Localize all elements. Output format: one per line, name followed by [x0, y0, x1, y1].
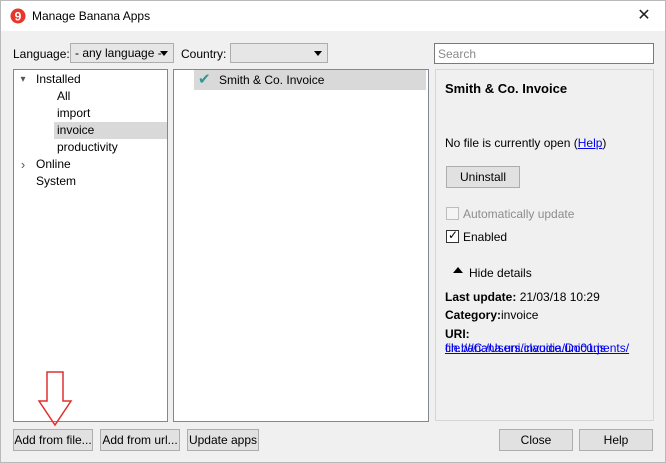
file-status-text: No file is currently open (Help)	[445, 136, 606, 150]
svg-text:9: 9	[15, 10, 22, 24]
enabled-checkbox[interactable]: ✓	[446, 228, 459, 243]
enabled-label: Enabled	[463, 230, 508, 244]
chevron-down-icon	[160, 51, 168, 56]
no-file-close: )	[602, 136, 607, 150]
update-apps-label: Update apps	[188, 433, 258, 447]
category-tree: ▾ Installed All import invoice productiv…	[13, 69, 168, 422]
tree-item-invoice[interactable]: invoice	[54, 122, 167, 139]
auto-update-label: Automatically update	[463, 207, 575, 221]
banana-app-icon: 9	[10, 8, 26, 24]
country-select[interactable]	[230, 43, 328, 63]
category-value: invoice	[501, 308, 539, 322]
uri-link-line2[interactable]: ch.banana.uni.invoice.uni01.js	[445, 341, 606, 355]
app-name: Smith & Co. Invoice	[219, 73, 325, 87]
manage-apps-dialog: 9 Manage Banana Apps ✕ Language: - any l…	[0, 0, 666, 463]
category-row: Category:invoice	[445, 308, 538, 322]
last-update-row: Last update: 21/03/18 10:29	[445, 290, 600, 304]
expand-down-icon[interactable]: ▾	[18, 71, 28, 88]
collapse-up-icon[interactable]	[453, 267, 463, 273]
category-key: Category:	[445, 308, 502, 322]
uri-key: URI:	[445, 327, 470, 341]
last-update-key: Last update:	[445, 290, 517, 304]
hide-details-toggle[interactable]: Hide details	[469, 266, 532, 280]
app-details-title: Smith & Co. Invoice	[445, 81, 568, 96]
checkmark-icon: ✓	[448, 228, 459, 242]
help-link[interactable]: Help	[578, 136, 603, 150]
add-from-url-button[interactable]: Add from url...	[100, 429, 180, 451]
tree-item-label: Online	[36, 157, 71, 171]
add-from-file-label: Add from file...	[14, 433, 92, 447]
chevron-down-icon	[314, 51, 322, 56]
tree-item-online[interactable]: Online	[36, 156, 116, 173]
last-update-value: 21/03/18 10:29	[519, 290, 600, 304]
close-label: Close	[520, 433, 552, 447]
add-from-url-label: Add from url...	[102, 433, 178, 447]
window-title: Manage Banana Apps	[32, 9, 151, 23]
tree-item-label: System	[36, 174, 77, 188]
tree-item-label: import	[57, 106, 91, 120]
no-file-text: No file is currently open (	[445, 136, 578, 150]
app-details-panel: Smith & Co. Invoice No file is currently…	[435, 69, 654, 421]
tree-item-installed[interactable]: Installed	[36, 71, 116, 88]
search-input[interactable]	[434, 43, 654, 64]
app-list: ✔ Smith & Co. Invoice	[173, 69, 429, 422]
help-label: Help	[603, 433, 629, 447]
tree-item-label: productivity	[57, 140, 118, 154]
auto-update-checkbox[interactable]	[446, 207, 459, 220]
language-select-value: - any language -	[75, 46, 162, 60]
tree-item-label: All	[57, 89, 71, 103]
language-select[interactable]: - any language -	[70, 43, 174, 63]
close-button[interactable]: Close	[499, 429, 573, 451]
country-label: Country:	[181, 47, 227, 61]
add-from-file-button[interactable]: Add from file...	[13, 429, 93, 451]
tree-item-all[interactable]: All	[54, 88, 166, 105]
update-apps-button[interactable]: Update apps	[187, 429, 259, 451]
annotation-arrow-icon	[37, 371, 73, 427]
close-window-icon[interactable]: ✕	[629, 5, 659, 27]
tree-item-system[interactable]: System	[36, 173, 116, 190]
tree-item-productivity[interactable]: productivity	[54, 139, 166, 156]
installed-check-icon: ✔	[198, 71, 211, 88]
tree-item-label: invoice	[57, 123, 95, 137]
tree-item-import[interactable]: import	[54, 105, 166, 122]
language-label: Language:	[13, 47, 70, 61]
title-bar: 9 Manage Banana Apps ✕	[1, 1, 665, 31]
help-button[interactable]: Help	[579, 429, 653, 451]
uninstall-button[interactable]: Uninstall	[446, 166, 520, 188]
uninstall-label: Uninstall	[459, 170, 507, 184]
app-list-item[interactable]: ✔ Smith & Co. Invoice	[194, 70, 426, 90]
tree-item-label: Installed	[36, 72, 81, 86]
expand-right-icon[interactable]: ›	[18, 156, 28, 173]
